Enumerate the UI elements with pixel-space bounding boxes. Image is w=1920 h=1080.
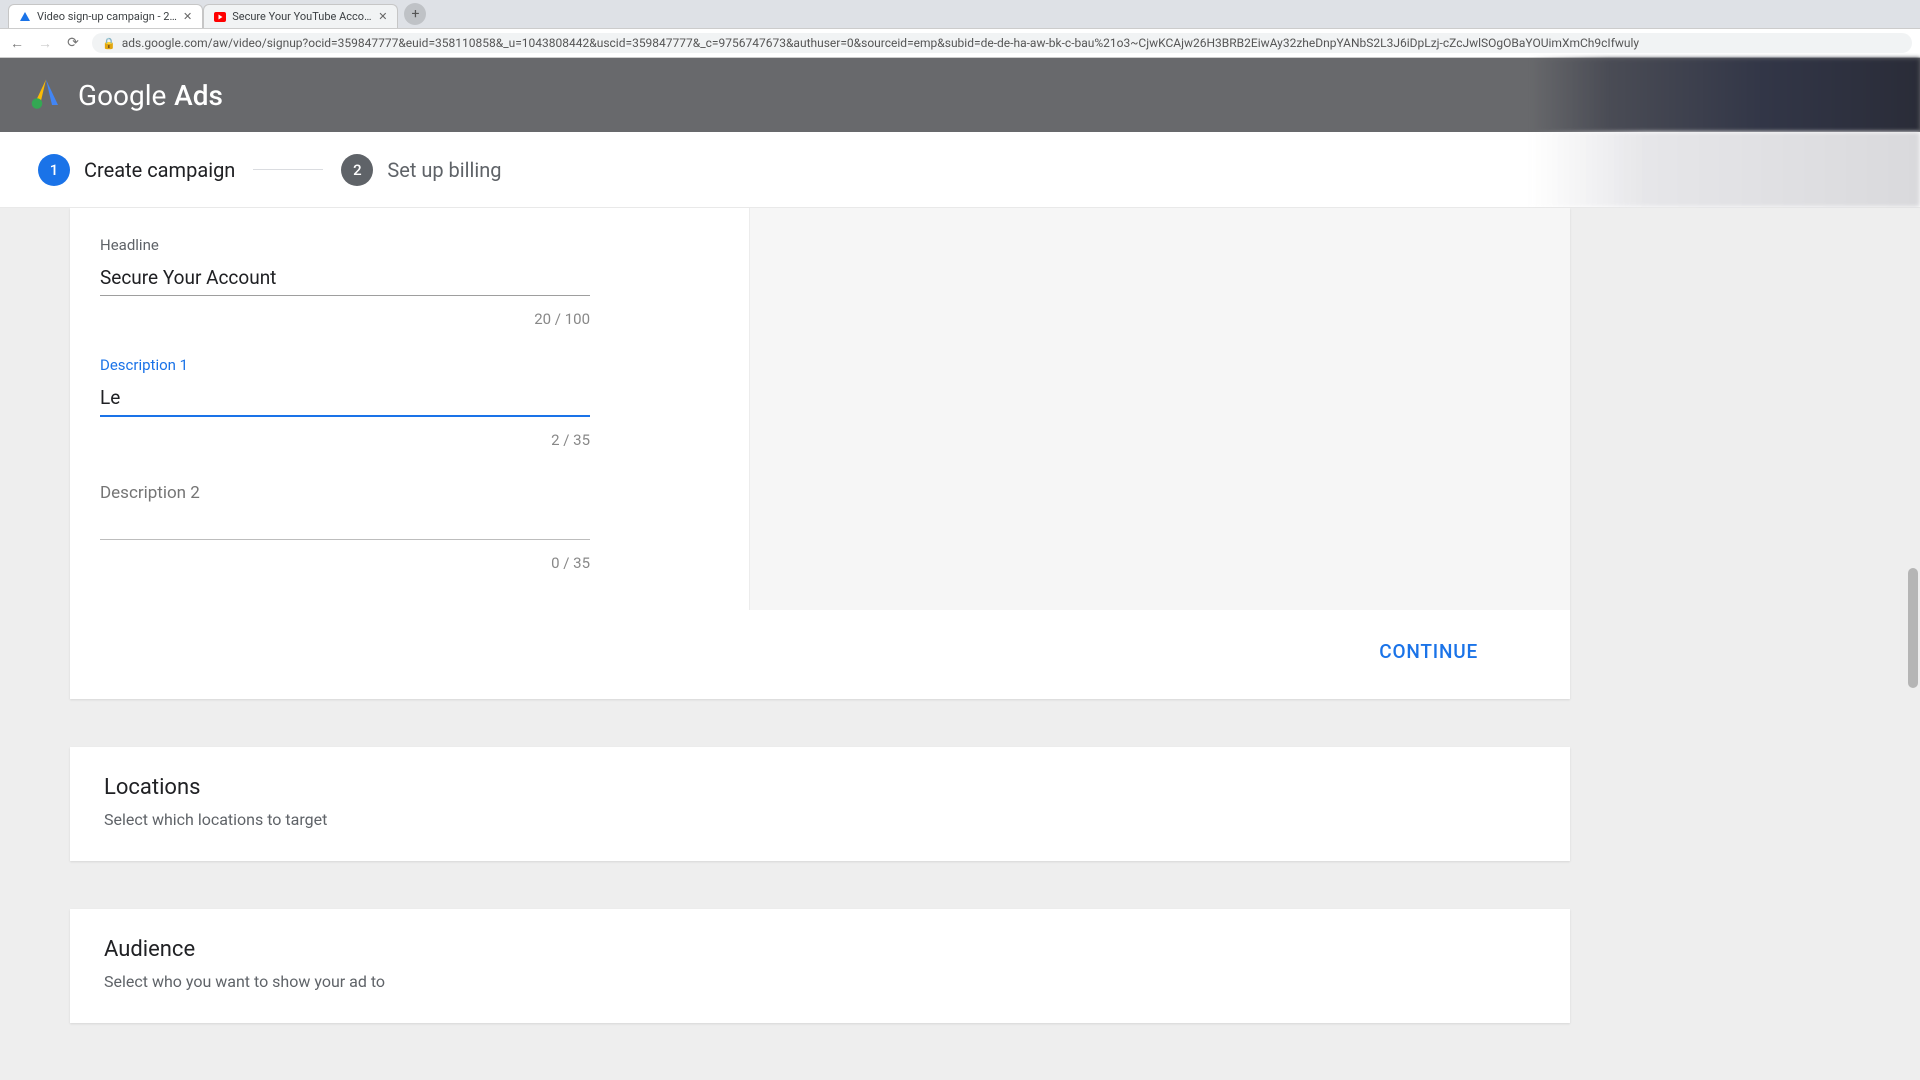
step-connector — [253, 169, 323, 170]
continue-row: CONTINUE — [70, 610, 1570, 699]
url-text: ads.google.com/aw/video/signup?ocid=3598… — [122, 36, 1902, 50]
audience-subtitle: Select who you want to show your ad to — [104, 972, 1536, 991]
browser-tab[interactable]: Secure Your YouTube Account ✕ — [203, 4, 398, 28]
browser-tab[interactable]: Video sign-up campaign - 279 ✕ — [8, 4, 203, 28]
browser-chrome: Video sign-up campaign - 279 ✕ Secure Yo… — [0, 0, 1920, 58]
description1-label: Description 1 — [100, 356, 719, 374]
step-create-campaign[interactable]: 1 Create campaign — [38, 154, 235, 186]
product-name-first: Google — [78, 79, 166, 112]
close-icon[interactable]: ✕ — [378, 10, 387, 23]
scrollbar-thumb[interactable] — [1908, 568, 1918, 688]
locations-card[interactable]: Locations Select which locations to targ… — [70, 747, 1570, 861]
new-tab-button[interactable]: + — [404, 3, 426, 25]
back-icon[interactable]: ← — [8, 35, 26, 52]
tab-title: Video sign-up campaign - 279 — [37, 10, 177, 23]
description1-input[interactable] — [100, 384, 590, 417]
description1-char-count: 2 / 35 — [100, 431, 590, 449]
product-name-second: Ads — [174, 79, 223, 112]
step-label: Set up billing — [387, 158, 501, 182]
step-label: Create campaign — [84, 158, 235, 182]
url-container[interactable]: 🔒 ads.google.com/aw/video/signup?ocid=35… — [92, 33, 1912, 53]
headline-char-count: 20 / 100 — [100, 310, 590, 328]
product-name: Google Ads — [78, 79, 223, 112]
description2-char-count: 0 / 35 — [100, 554, 590, 572]
continue-button[interactable]: CONTINUE — [1367, 632, 1490, 671]
ad-text-card: Headline 20 / 100 Description 1 2 / 35 D… — [70, 208, 1570, 699]
stepper: 1 Create campaign 2 Set up billing — [0, 132, 1920, 208]
app-header: Google Ads — [0, 58, 1920, 132]
address-bar: ← → ⟳ 🔒 ads.google.com/aw/video/signup?o… — [0, 28, 1920, 58]
step-number: 1 — [38, 154, 70, 186]
audience-card[interactable]: Audience Select who you want to show you… — [70, 909, 1570, 1023]
description2-label: Description 2 — [100, 483, 719, 503]
ad-preview-pane — [750, 208, 1570, 610]
headline-label: Headline — [100, 236, 719, 254]
header-blur-region — [1530, 58, 1920, 132]
stepper-blur-region — [1530, 132, 1920, 207]
tab-strip: Video sign-up campaign - 279 ✕ Secure Yo… — [0, 0, 1920, 28]
headline-input[interactable] — [100, 264, 590, 296]
description1-field-group: Description 1 2 / 35 — [100, 356, 719, 449]
locations-subtitle: Select which locations to target — [104, 810, 1536, 829]
lock-icon: 🔒 — [102, 37, 116, 50]
ad-text-form: Headline 20 / 100 Description 1 2 / 35 D… — [70, 208, 750, 610]
description2-field-group: Description 2 0 / 35 — [100, 483, 719, 572]
youtube-favicon — [214, 11, 226, 23]
reload-icon[interactable]: ⟳ — [64, 35, 82, 51]
tab-title: Secure Your YouTube Account — [232, 10, 372, 23]
description2-input[interactable] — [100, 508, 590, 540]
logo: Google Ads — [28, 75, 223, 115]
locations-title: Locations — [104, 775, 1536, 800]
google-ads-logo-icon — [28, 75, 64, 115]
close-icon[interactable]: ✕ — [183, 10, 192, 23]
forward-icon[interactable]: → — [36, 35, 54, 52]
step-set-up-billing[interactable]: 2 Set up billing — [341, 154, 501, 186]
content-area: Headline 20 / 100 Description 1 2 / 35 D… — [0, 208, 1920, 1080]
headline-field-group: Headline 20 / 100 — [100, 236, 719, 328]
audience-title: Audience — [104, 937, 1536, 962]
google-ads-favicon — [19, 11, 31, 23]
step-number: 2 — [341, 154, 373, 186]
